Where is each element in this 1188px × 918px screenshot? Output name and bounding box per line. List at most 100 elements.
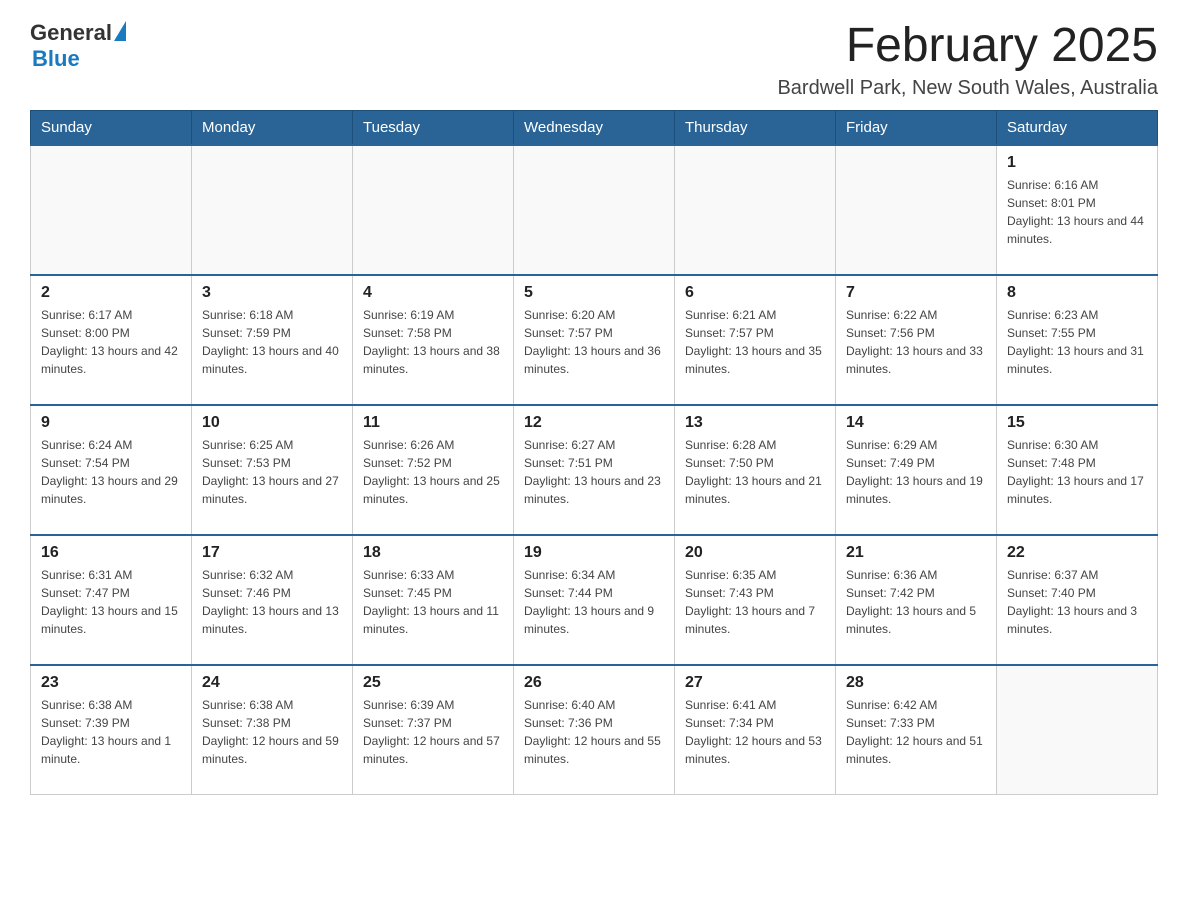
calendar-header-row: SundayMondayTuesdayWednesdayThursdayFrid…: [31, 110, 1158, 145]
day-number: 22: [1007, 544, 1147, 562]
logo-general-text: General: [30, 20, 112, 46]
title-section: February 2025 Bardwell Park, New South W…: [777, 20, 1158, 100]
day-number: 5: [524, 284, 664, 302]
day-number: 12: [524, 414, 664, 432]
day-info: Sunrise: 6:35 AM Sunset: 7:43 PM Dayligh…: [685, 566, 825, 638]
day-info: Sunrise: 6:42 AM Sunset: 7:33 PM Dayligh…: [846, 696, 986, 768]
calendar-cell: 23 Sunrise: 6:38 AM Sunset: 7:39 PM Dayli…: [31, 665, 192, 795]
header-saturday: Saturday: [997, 110, 1158, 145]
day-number: 13: [685, 414, 825, 432]
month-title: February 2025: [777, 20, 1158, 73]
day-info: Sunrise: 6:40 AM Sunset: 7:36 PM Dayligh…: [524, 696, 664, 768]
logo-blue-text: Blue: [32, 46, 80, 72]
week-row-2: 9 Sunrise: 6:24 AM Sunset: 7:54 PM Daylig…: [31, 405, 1158, 535]
day-number: 1: [1007, 154, 1147, 172]
calendar-cell: 16 Sunrise: 6:31 AM Sunset: 7:47 PM Dayli…: [31, 535, 192, 665]
calendar-cell: 18 Sunrise: 6:33 AM Sunset: 7:45 PM Dayli…: [353, 535, 514, 665]
day-info: Sunrise: 6:34 AM Sunset: 7:44 PM Dayligh…: [524, 566, 664, 638]
calendar-cell: [997, 665, 1158, 795]
calendar-cell: 13 Sunrise: 6:28 AM Sunset: 7:50 PM Dayli…: [675, 405, 836, 535]
calendar-cell: 5Sunrise: 6:20 AM Sunset: 7:57 PM Daylig…: [514, 275, 675, 405]
day-number: 24: [202, 674, 342, 692]
calendar-cell: 1 Sunrise: 6:16 AM Sunset: 8:01 PM Daylig…: [997, 145, 1158, 275]
calendar-cell: 15 Sunrise: 6:30 AM Sunset: 7:48 PM Dayli…: [997, 405, 1158, 535]
day-number: 20: [685, 544, 825, 562]
calendar-cell: [836, 145, 997, 275]
calendar-cell: 3Sunrise: 6:18 AM Sunset: 7:59 PM Daylig…: [192, 275, 353, 405]
day-number: 27: [685, 674, 825, 692]
day-number: 17: [202, 544, 342, 562]
day-number: 9: [41, 414, 181, 432]
header-thursday: Thursday: [675, 110, 836, 145]
day-number: 16: [41, 544, 181, 562]
calendar-cell: 4Sunrise: 6:19 AM Sunset: 7:58 PM Daylig…: [353, 275, 514, 405]
day-info: Sunrise: 6:30 AM Sunset: 7:48 PM Dayligh…: [1007, 436, 1147, 508]
calendar-cell: 6 Sunrise: 6:21 AM Sunset: 7:57 PM Daylig…: [675, 275, 836, 405]
calendar-cell: 2 Sunrise: 6:17 AM Sunset: 8:00 PM Daylig…: [31, 275, 192, 405]
day-info: Sunrise: 6:31 AM Sunset: 7:47 PM Dayligh…: [41, 566, 181, 638]
day-info: Sunrise: 6:26 AM Sunset: 7:52 PM Dayligh…: [363, 436, 503, 508]
day-info: Sunrise: 6:21 AM Sunset: 7:57 PM Dayligh…: [685, 306, 825, 378]
day-info: Sunrise: 6:16 AM Sunset: 8:01 PM Dayligh…: [1007, 176, 1147, 248]
calendar-cell: [31, 145, 192, 275]
day-info: Sunrise: 6:28 AM Sunset: 7:50 PM Dayligh…: [685, 436, 825, 508]
week-row-0: 1 Sunrise: 6:16 AM Sunset: 8:01 PM Daylig…: [31, 145, 1158, 275]
calendar-cell: 25 Sunrise: 6:39 AM Sunset: 7:37 PM Dayli…: [353, 665, 514, 795]
week-row-4: 23 Sunrise: 6:38 AM Sunset: 7:39 PM Dayli…: [31, 665, 1158, 795]
calendar-cell: [514, 145, 675, 275]
calendar-cell: 24 Sunrise: 6:38 AM Sunset: 7:38 PM Dayli…: [192, 665, 353, 795]
day-number: 2: [41, 284, 181, 302]
calendar-cell: [675, 145, 836, 275]
day-number: 23: [41, 674, 181, 692]
day-info: Sunrise: 6:22 AM Sunset: 7:56 PM Dayligh…: [846, 306, 986, 378]
calendar-cell: 10 Sunrise: 6:25 AM Sunset: 7:53 PM Dayli…: [192, 405, 353, 535]
calendar-cell: 26 Sunrise: 6:40 AM Sunset: 7:36 PM Dayli…: [514, 665, 675, 795]
day-info: Sunrise: 6:23 AM Sunset: 7:55 PM Dayligh…: [1007, 306, 1147, 378]
day-number: 18: [363, 544, 503, 562]
header-sunday: Sunday: [31, 110, 192, 145]
day-number: 26: [524, 674, 664, 692]
day-info: Sunrise: 6:17 AM Sunset: 8:00 PM Dayligh…: [41, 306, 181, 378]
location-title: Bardwell Park, New South Wales, Australi…: [777, 77, 1158, 100]
day-info: Sunrise: 6:18 AM Sunset: 7:59 PM Dayligh…: [202, 306, 342, 378]
day-number: 19: [524, 544, 664, 562]
calendar-cell: 12Sunrise: 6:27 AM Sunset: 7:51 PM Dayli…: [514, 405, 675, 535]
day-number: 11: [363, 414, 503, 432]
day-info: Sunrise: 6:37 AM Sunset: 7:40 PM Dayligh…: [1007, 566, 1147, 638]
day-info: Sunrise: 6:32 AM Sunset: 7:46 PM Dayligh…: [202, 566, 342, 638]
calendar-cell: 7 Sunrise: 6:22 AM Sunset: 7:56 PM Daylig…: [836, 275, 997, 405]
calendar-cell: 19 Sunrise: 6:34 AM Sunset: 7:44 PM Dayli…: [514, 535, 675, 665]
calendar-cell: 21 Sunrise: 6:36 AM Sunset: 7:42 PM Dayli…: [836, 535, 997, 665]
header-tuesday: Tuesday: [353, 110, 514, 145]
day-info: Sunrise: 6:24 AM Sunset: 7:54 PM Dayligh…: [41, 436, 181, 508]
day-number: 10: [202, 414, 342, 432]
day-info: Sunrise: 6:41 AM Sunset: 7:34 PM Dayligh…: [685, 696, 825, 768]
calendar-cell: 8Sunrise: 6:23 AM Sunset: 7:55 PM Daylig…: [997, 275, 1158, 405]
calendar-cell: 9 Sunrise: 6:24 AM Sunset: 7:54 PM Daylig…: [31, 405, 192, 535]
day-info: Sunrise: 6:19 AM Sunset: 7:58 PM Dayligh…: [363, 306, 503, 378]
calendar-cell: 14 Sunrise: 6:29 AM Sunset: 7:49 PM Dayli…: [836, 405, 997, 535]
day-number: 14: [846, 414, 986, 432]
calendar-cell: 27 Sunrise: 6:41 AM Sunset: 7:34 PM Dayli…: [675, 665, 836, 795]
week-row-3: 16 Sunrise: 6:31 AM Sunset: 7:47 PM Dayli…: [31, 535, 1158, 665]
header-monday: Monday: [192, 110, 353, 145]
day-number: 6: [685, 284, 825, 302]
day-info: Sunrise: 6:33 AM Sunset: 7:45 PM Dayligh…: [363, 566, 503, 638]
day-info: Sunrise: 6:29 AM Sunset: 7:49 PM Dayligh…: [846, 436, 986, 508]
day-number: 25: [363, 674, 503, 692]
day-info: Sunrise: 6:38 AM Sunset: 7:39 PM Dayligh…: [41, 696, 181, 768]
calendar-cell: 17 Sunrise: 6:32 AM Sunset: 7:46 PM Dayli…: [192, 535, 353, 665]
calendar-cell: 28 Sunrise: 6:42 AM Sunset: 7:33 PM Dayli…: [836, 665, 997, 795]
calendar-cell: [353, 145, 514, 275]
header-wednesday: Wednesday: [514, 110, 675, 145]
calendar-cell: 22 Sunrise: 6:37 AM Sunset: 7:40 PM Dayli…: [997, 535, 1158, 665]
day-number: 21: [846, 544, 986, 562]
day-info: Sunrise: 6:36 AM Sunset: 7:42 PM Dayligh…: [846, 566, 986, 638]
day-info: Sunrise: 6:38 AM Sunset: 7:38 PM Dayligh…: [202, 696, 342, 768]
day-number: 15: [1007, 414, 1147, 432]
day-number: 7: [846, 284, 986, 302]
day-number: 28: [846, 674, 986, 692]
day-info: Sunrise: 6:25 AM Sunset: 7:53 PM Dayligh…: [202, 436, 342, 508]
day-info: Sunrise: 6:39 AM Sunset: 7:37 PM Dayligh…: [363, 696, 503, 768]
calendar-cell: 11 Sunrise: 6:26 AM Sunset: 7:52 PM Dayli…: [353, 405, 514, 535]
